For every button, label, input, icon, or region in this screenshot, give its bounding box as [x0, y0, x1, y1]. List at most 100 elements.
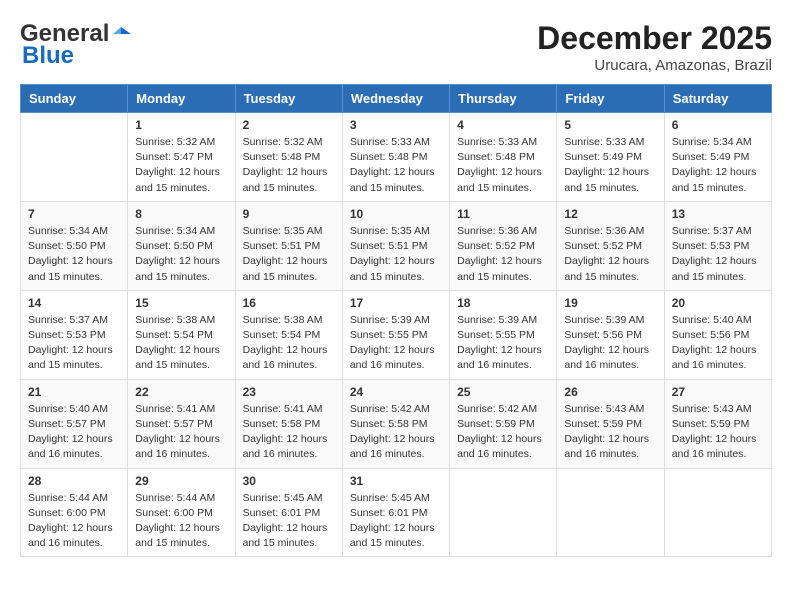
calendar-cell: 22 Sunrise: 5:41 AM Sunset: 5:57 PM Dayli…: [128, 379, 235, 468]
logo: General Blue: [20, 20, 133, 70]
calendar-cell: [557, 468, 664, 557]
day-info: Sunrise: 5:40 AM Sunset: 5:57 PM Dayligh…: [28, 402, 120, 463]
calendar-header: SundayMondayTuesdayWednesdayThursdayFrid…: [21, 85, 772, 113]
weekday-header: Tuesday: [235, 85, 342, 113]
calendar-week-row: 28Sunrise: 5:44 AM Sunset: 6:00 PM Dayli…: [21, 468, 772, 557]
weekday-row: SundayMondayTuesdayWednesdayThursdayFrid…: [21, 85, 772, 113]
day-info: Sunrise: 5:33 AM Sunset: 5:48 PM Dayligh…: [457, 135, 549, 196]
title-area: December 2025 Urucara, Amazonas, Brazil: [537, 20, 772, 74]
day-info: Sunrise: 5:36 AM Sunset: 5:52 PM Dayligh…: [457, 224, 549, 285]
weekday-header: Friday: [557, 85, 664, 113]
day-number: 26: [564, 385, 656, 399]
calendar-cell: [664, 468, 771, 557]
calendar-week-row: 14 Sunrise: 5:37 AM Sunset: 5:53 PM Dayli…: [21, 290, 772, 379]
calendar-cell: 11 Sunrise: 5:36 AM Sunset: 5:52 PM Dayli…: [450, 201, 557, 290]
weekday-header: Saturday: [664, 85, 771, 113]
day-info: Sunrise: 5:39 AM Sunset: 5:55 PM Dayligh…: [457, 313, 549, 374]
calendar-cell: 15 Sunrise: 5:38 AM Sunset: 5:54 PM Dayli…: [128, 290, 235, 379]
calendar-cell: 31 Sunrise: 5:45 AM Sunset: 6:01 PM Dayli…: [342, 468, 449, 557]
calendar-cell: [450, 468, 557, 557]
day-number: 21: [28, 385, 120, 399]
calendar-cell: 1 Sunrise: 5:32 AM Sunset: 5:47 PM Daylig…: [128, 113, 235, 202]
day-number: 5: [564, 118, 656, 132]
weekday-header: Thursday: [450, 85, 557, 113]
day-info: Sunrise: 5:41 AM Sunset: 5:57 PM Dayligh…: [135, 402, 227, 463]
day-number: 14: [28, 296, 120, 310]
day-info: Sunrise: 5:34 AM Sunset: 5:50 PM Dayligh…: [28, 224, 120, 285]
day-info: Sunrise: 5:40 AM Sunset: 5:56 PM Dayligh…: [672, 313, 764, 374]
day-info: Sunrise: 5:41 AM Sunset: 5:58 PM Dayligh…: [243, 402, 335, 463]
day-info: Sunrise: 5:35 AM Sunset: 5:51 PM Dayligh…: [350, 224, 442, 285]
location: Urucara, Amazonas, Brazil: [537, 57, 772, 74]
day-number: 31: [350, 474, 442, 488]
calendar-cell: 23Sunrise: 5:41 AM Sunset: 5:58 PM Dayli…: [235, 379, 342, 468]
calendar-cell: 14 Sunrise: 5:37 AM Sunset: 5:53 PM Dayli…: [21, 290, 128, 379]
day-info: Sunrise: 5:36 AM Sunset: 5:52 PM Dayligh…: [564, 224, 656, 285]
day-number: 25: [457, 385, 549, 399]
day-number: 11: [457, 207, 549, 221]
calendar-cell: 7 Sunrise: 5:34 AM Sunset: 5:50 PM Daylig…: [21, 201, 128, 290]
calendar-cell: 25 Sunrise: 5:42 AM Sunset: 5:59 PM Dayli…: [450, 379, 557, 468]
day-info: Sunrise: 5:38 AM Sunset: 5:54 PM Dayligh…: [243, 313, 335, 374]
day-number: 1: [135, 118, 227, 132]
day-info: Sunrise: 5:37 AM Sunset: 5:53 PM Dayligh…: [28, 313, 120, 374]
day-number: 30: [243, 474, 335, 488]
day-number: 15: [135, 296, 227, 310]
day-number: 17: [350, 296, 442, 310]
month-title: December 2025: [537, 20, 772, 57]
calendar-cell: 3Sunrise: 5:33 AM Sunset: 5:48 PM Daylig…: [342, 113, 449, 202]
day-info: Sunrise: 5:39 AM Sunset: 5:55 PM Dayligh…: [350, 313, 442, 374]
day-number: 22: [135, 385, 227, 399]
calendar-cell: 19 Sunrise: 5:39 AM Sunset: 5:56 PM Dayli…: [557, 290, 664, 379]
day-number: 20: [672, 296, 764, 310]
weekday-header: Wednesday: [342, 85, 449, 113]
day-info: Sunrise: 5:32 AM Sunset: 5:47 PM Dayligh…: [135, 135, 227, 196]
day-number: 8: [135, 207, 227, 221]
calendar-body: 1 Sunrise: 5:32 AM Sunset: 5:47 PM Daylig…: [21, 113, 772, 557]
calendar-cell: 5 Sunrise: 5:33 AM Sunset: 5:49 PM Daylig…: [557, 113, 664, 202]
calendar-table: SundayMondayTuesdayWednesdayThursdayFrid…: [20, 84, 772, 557]
day-number: 29: [135, 474, 227, 488]
calendar-cell: 28Sunrise: 5:44 AM Sunset: 6:00 PM Dayli…: [21, 468, 128, 557]
calendar-cell: 30 Sunrise: 5:45 AM Sunset: 6:01 PM Dayli…: [235, 468, 342, 557]
day-info: Sunrise: 5:43 AM Sunset: 5:59 PM Dayligh…: [564, 402, 656, 463]
day-number: 4: [457, 118, 549, 132]
logo-text-blue: Blue: [22, 42, 74, 70]
calendar-week-row: 21 Sunrise: 5:40 AM Sunset: 5:57 PM Dayli…: [21, 379, 772, 468]
day-number: 7: [28, 207, 120, 221]
day-number: 13: [672, 207, 764, 221]
calendar-cell: 21 Sunrise: 5:40 AM Sunset: 5:57 PM Dayli…: [21, 379, 128, 468]
day-info: Sunrise: 5:37 AM Sunset: 5:53 PM Dayligh…: [672, 224, 764, 285]
calendar-cell: 13 Sunrise: 5:37 AM Sunset: 5:53 PM Dayli…: [664, 201, 771, 290]
day-info: Sunrise: 5:38 AM Sunset: 5:54 PM Dayligh…: [135, 313, 227, 374]
logo-bird-icon: [111, 24, 131, 44]
calendar-cell: 27Sunrise: 5:43 AM Sunset: 5:59 PM Dayli…: [664, 379, 771, 468]
calendar-cell: 6 Sunrise: 5:34 AM Sunset: 5:49 PM Daylig…: [664, 113, 771, 202]
weekday-header: Sunday: [21, 85, 128, 113]
day-info: Sunrise: 5:45 AM Sunset: 6:01 PM Dayligh…: [243, 491, 335, 552]
weekday-header: Monday: [128, 85, 235, 113]
calendar-cell: 4 Sunrise: 5:33 AM Sunset: 5:48 PM Daylig…: [450, 113, 557, 202]
calendar-cell: 12 Sunrise: 5:36 AM Sunset: 5:52 PM Dayli…: [557, 201, 664, 290]
day-info: Sunrise: 5:42 AM Sunset: 5:59 PM Dayligh…: [457, 402, 549, 463]
day-info: Sunrise: 5:33 AM Sunset: 5:49 PM Dayligh…: [564, 135, 656, 196]
day-info: Sunrise: 5:33 AM Sunset: 5:48 PM Dayligh…: [350, 135, 442, 196]
day-number: 6: [672, 118, 764, 132]
day-info: Sunrise: 5:34 AM Sunset: 5:49 PM Dayligh…: [672, 135, 764, 196]
day-number: 27: [672, 385, 764, 399]
calendar-cell: 16Sunrise: 5:38 AM Sunset: 5:54 PM Dayli…: [235, 290, 342, 379]
calendar-cell: 9Sunrise: 5:35 AM Sunset: 5:51 PM Daylig…: [235, 201, 342, 290]
calendar-cell: [21, 113, 128, 202]
page-header: General Blue December 2025 Urucara, Amaz…: [20, 20, 772, 74]
calendar-cell: 2Sunrise: 5:32 AM Sunset: 5:48 PM Daylig…: [235, 113, 342, 202]
day-info: Sunrise: 5:45 AM Sunset: 6:01 PM Dayligh…: [350, 491, 442, 552]
calendar-cell: 10 Sunrise: 5:35 AM Sunset: 5:51 PM Dayli…: [342, 201, 449, 290]
day-number: 12: [564, 207, 656, 221]
day-number: 10: [350, 207, 442, 221]
day-number: 19: [564, 296, 656, 310]
calendar-week-row: 1 Sunrise: 5:32 AM Sunset: 5:47 PM Daylig…: [21, 113, 772, 202]
calendar-cell: 17 Sunrise: 5:39 AM Sunset: 5:55 PM Dayli…: [342, 290, 449, 379]
day-info: Sunrise: 5:39 AM Sunset: 5:56 PM Dayligh…: [564, 313, 656, 374]
day-info: Sunrise: 5:42 AM Sunset: 5:58 PM Dayligh…: [350, 402, 442, 463]
calendar-cell: 18Sunrise: 5:39 AM Sunset: 5:55 PM Dayli…: [450, 290, 557, 379]
